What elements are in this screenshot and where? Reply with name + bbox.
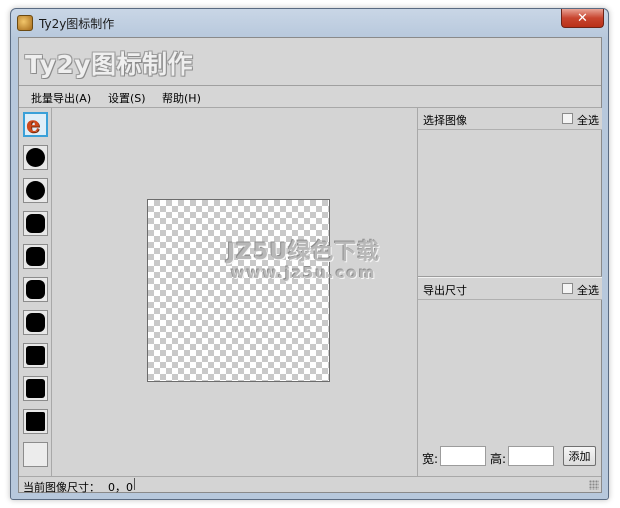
title-bar[interactable]: Ty2y图标制作 ✕ <box>11 9 608 37</box>
black-square-icon <box>26 379 45 398</box>
icon-slot[interactable] <box>23 178 48 203</box>
app-icon[interactable] <box>17 15 33 31</box>
resize-grip[interactable] <box>589 480 599 490</box>
export-size-title: 导出尺寸 <box>423 284 467 297</box>
icon-slot[interactable] <box>23 145 48 170</box>
client-area: Ty2y图标制作 批量导出(A) 设置(S) 帮助(H) e JZ5U绿色下载 … <box>18 37 602 494</box>
add-size-button[interactable]: 添加 <box>563 446 596 466</box>
menu-help[interactable]: 帮助(H) <box>162 90 201 106</box>
export-size-header: 导出尺寸 全选 <box>418 278 602 300</box>
select-all-sizes-checkbox[interactable] <box>562 283 573 294</box>
select-all-images-label[interactable]: 全选 <box>577 112 599 128</box>
icon-slot[interactable] <box>23 310 48 335</box>
black-circle-icon <box>26 148 45 167</box>
select-image-header: 选择图像 全选 <box>418 108 602 130</box>
image-list[interactable] <box>418 130 602 276</box>
canvas-area <box>52 108 417 476</box>
status-image-size: 0，0 <box>108 481 133 494</box>
icon-slot[interactable] <box>23 343 48 368</box>
window-title: Ty2y图标制作 <box>39 17 115 31</box>
watermark-line1: JZ5U绿色下载 <box>227 240 381 265</box>
size-list[interactable] <box>418 300 602 445</box>
black-square-icon <box>26 346 45 365</box>
width-label: 宽: <box>422 452 439 466</box>
height-input[interactable] <box>508 446 554 466</box>
black-square-icon <box>26 412 45 431</box>
watermark-line2: www.jz5u.com <box>230 264 377 282</box>
banner-title: Ty2y图标制作 <box>25 50 194 79</box>
width-input[interactable] <box>440 446 486 466</box>
ie-icon: e <box>26 112 40 138</box>
select-all-sizes-label[interactable]: 全选 <box>577 282 599 298</box>
icon-slot[interactable] <box>23 409 48 434</box>
menu-batch-export[interactable]: 批量导出(A) <box>31 90 91 106</box>
icon-slot[interactable] <box>23 244 48 269</box>
icon-slot[interactable] <box>23 211 48 236</box>
select-image-title: 选择图像 <box>423 114 467 127</box>
icon-slot[interactable] <box>23 277 48 302</box>
menu-settings[interactable]: 设置(S) <box>108 90 146 106</box>
height-label: 高: <box>490 452 507 466</box>
black-rounded-icon <box>26 280 45 299</box>
icon-slot-empty[interactable] <box>23 442 48 467</box>
preview-canvas[interactable] <box>147 199 330 382</box>
black-rounded-icon <box>26 214 45 233</box>
status-label: 当前图像尺寸： <box>23 481 100 494</box>
icon-strip: e <box>19 108 52 476</box>
black-rounded-icon <box>26 313 45 332</box>
size-input-row: 宽: 高: 添加 <box>418 445 602 469</box>
select-all-images-checkbox[interactable] <box>562 113 573 124</box>
status-separator <box>134 478 135 490</box>
icon-slot-ie[interactable]: e <box>23 112 48 138</box>
black-circle-icon <box>26 181 45 200</box>
black-rounded-icon <box>26 247 45 266</box>
icon-slot[interactable] <box>23 376 48 401</box>
menu-bar: 批量导出(A) 设置(S) 帮助(H) <box>19 86 601 108</box>
banner: Ty2y图标制作 <box>19 38 601 86</box>
right-panel: 选择图像 全选 导出尺寸 全选 宽: 高: 添加 <box>417 108 602 476</box>
status-bar: 当前图像尺寸： 0，0 <box>19 476 601 494</box>
app-window: Ty2y图标制作 ✕ Ty2y图标制作 批量导出(A) 设置(S) 帮助(H) … <box>10 8 609 500</box>
watermark: JZ5U绿色下载 www.jz5u.com <box>227 234 380 282</box>
close-button[interactable]: ✕ <box>561 9 604 28</box>
